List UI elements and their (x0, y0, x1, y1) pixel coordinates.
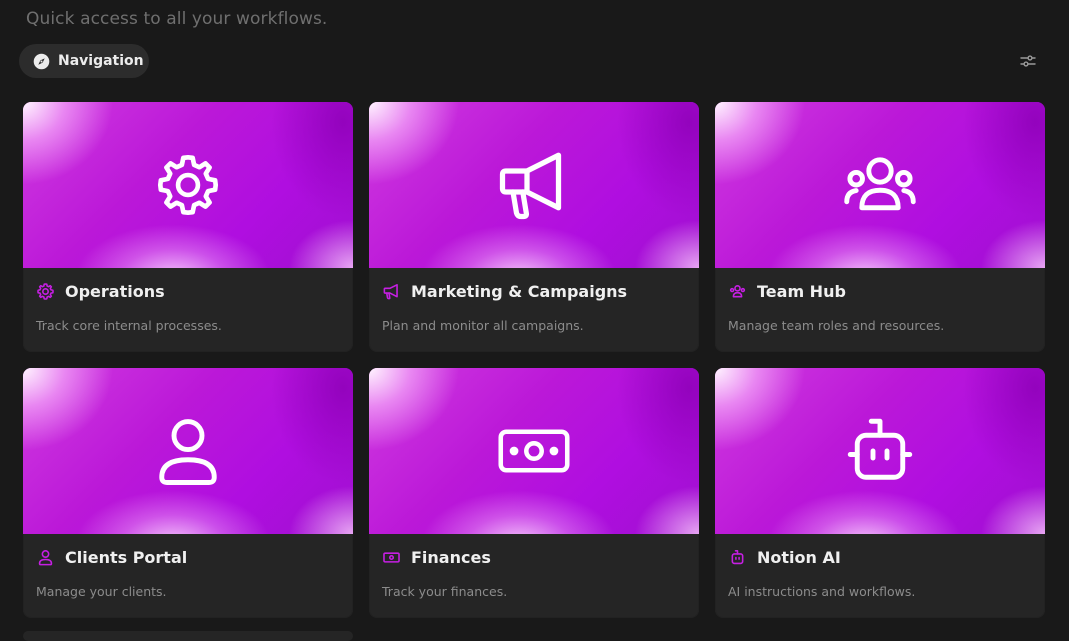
card-notion-ai[interactable]: Notion AI AI instructions and workflows. (715, 368, 1045, 618)
navigation-tab[interactable]: Navigation (19, 44, 149, 78)
gear-icon (146, 143, 230, 227)
card-cover (715, 368, 1045, 534)
user-icon (146, 409, 230, 493)
team-icon (838, 143, 922, 227)
banknote-icon (382, 548, 401, 567)
gear-icon (36, 282, 55, 301)
card-finances[interactable]: Finances Track your finances. (369, 368, 699, 618)
workflow-grid: Operations Track core internal processes… (23, 102, 1045, 618)
sliders-icon (1019, 53, 1037, 73)
card-marketing-campaigns[interactable]: Marketing & Campaigns Plan and monitor a… (369, 102, 699, 352)
banknote-icon (492, 409, 576, 493)
robot-icon (838, 409, 922, 493)
robot-icon (728, 548, 747, 567)
card-cover (369, 368, 699, 534)
card-next-row-partial[interactable] (23, 631, 353, 641)
megaphone-icon (492, 143, 576, 227)
user-icon (36, 548, 55, 567)
card-description: Plan and monitor all campaigns. (382, 318, 584, 333)
card-title: Finances (411, 547, 491, 567)
card-description: Track your finances. (382, 584, 508, 599)
team-icon (728, 282, 747, 301)
card-description: Manage team roles and resources. (728, 318, 945, 333)
card-title: Notion AI (757, 547, 841, 567)
card-description: AI instructions and workflows. (728, 584, 916, 599)
card-cover (23, 368, 353, 534)
card-operations[interactable]: Operations Track core internal processes… (23, 102, 353, 352)
compass-icon (33, 53, 50, 70)
card-title: Team Hub (757, 281, 846, 301)
card-cover (369, 102, 699, 268)
navigation-tab-label: Navigation (58, 53, 144, 69)
card-title: Operations (65, 281, 165, 301)
filter-settings-button[interactable] (1017, 53, 1039, 73)
card-clients-portal[interactable]: Clients Portal Manage your clients. (23, 368, 353, 618)
card-cover (715, 102, 1045, 268)
card-description: Manage your clients. (36, 584, 167, 599)
card-team-hub[interactable]: Team Hub Manage team roles and resources… (715, 102, 1045, 352)
card-description: Track core internal processes. (36, 318, 222, 333)
card-cover (23, 102, 353, 268)
card-title: Marketing & Campaigns (411, 281, 628, 301)
card-title: Clients Portal (65, 547, 188, 567)
megaphone-icon (382, 282, 401, 301)
page-subtitle: Quick access to all your workflows. (26, 9, 328, 29)
